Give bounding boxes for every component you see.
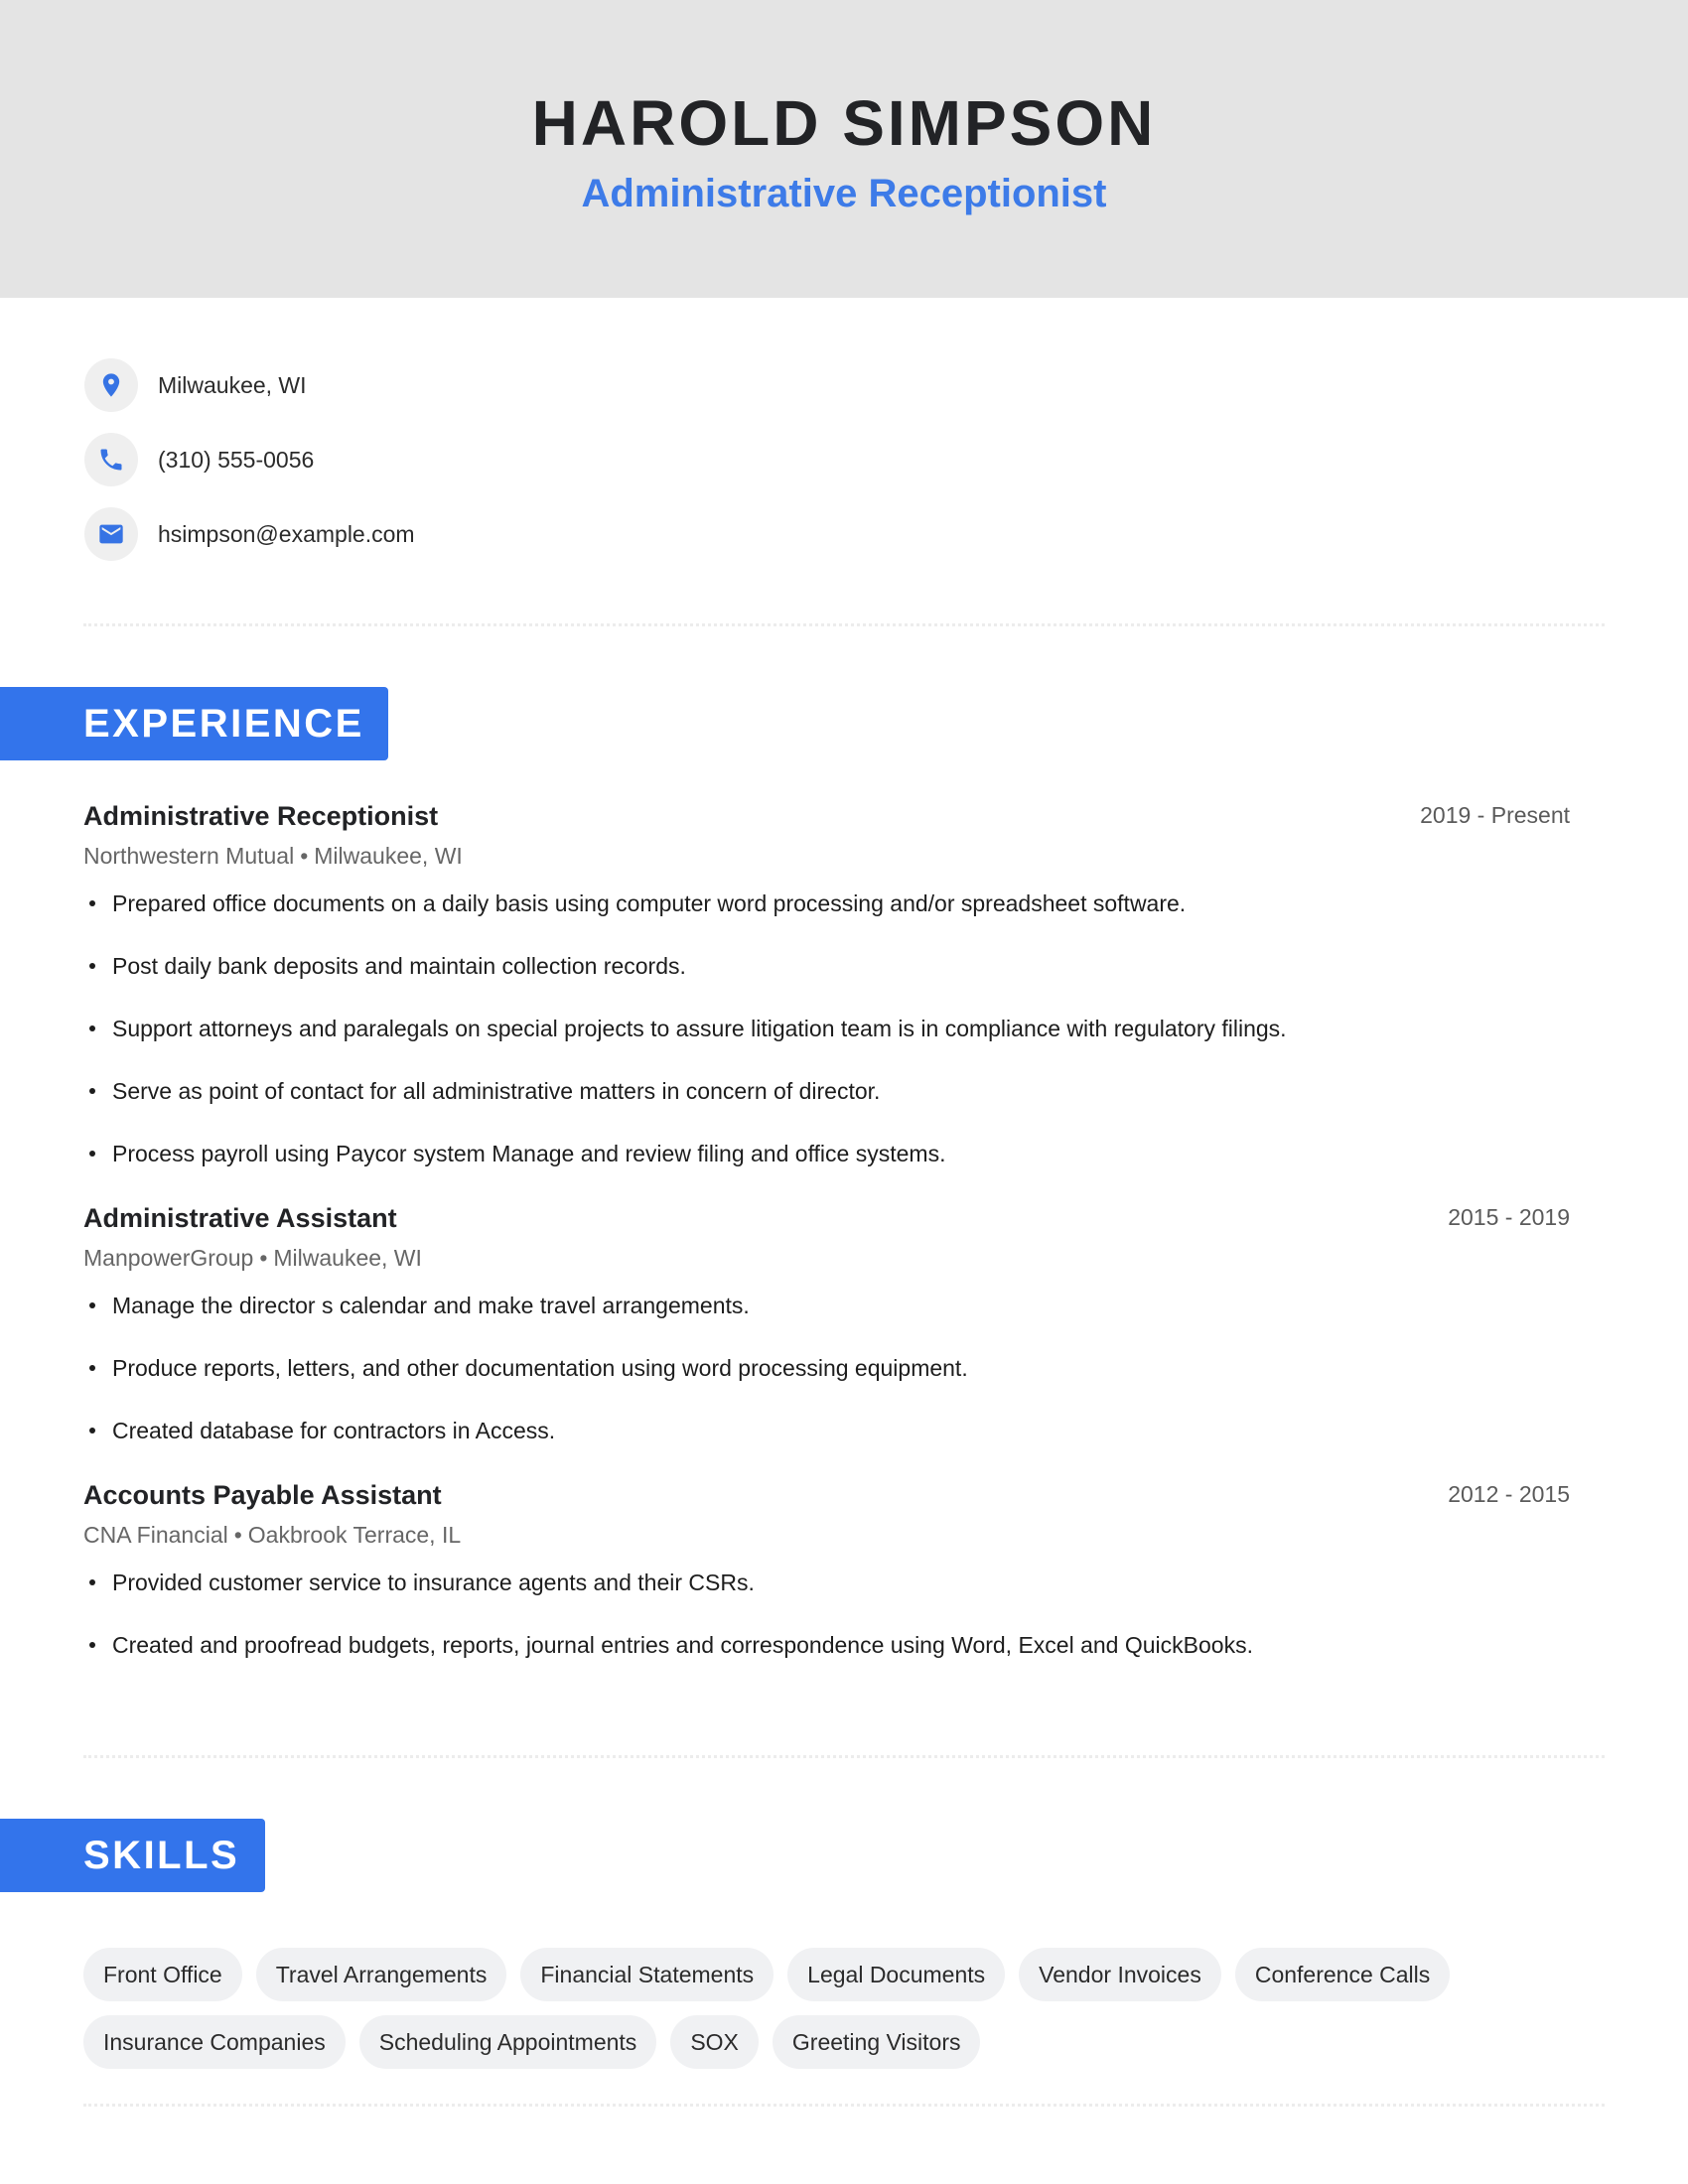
job-bullets: Prepared office documents on a daily bas… bbox=[83, 887, 1570, 1170]
phone-icon bbox=[84, 433, 138, 486]
skill-pill: SOX bbox=[670, 2015, 759, 2069]
job-bullet: Serve as point of contact for all admini… bbox=[83, 1074, 1570, 1108]
job-entry: Accounts Payable Assistant 2012 - 2015 C… bbox=[83, 1475, 1570, 1691]
skills-list: Front Office Travel Arrangements Financi… bbox=[83, 1948, 1605, 2069]
section-divider bbox=[83, 1755, 1605, 1758]
job-entry: Administrative Receptionist 2019 - Prese… bbox=[83, 796, 1570, 1199]
job-location: Milwaukee, WI bbox=[314, 843, 463, 869]
contact-location: Milwaukee, WI bbox=[84, 358, 415, 412]
experience-heading: EXPERIENCE bbox=[0, 687, 388, 760]
job-date: 2012 - 2015 bbox=[1448, 1481, 1570, 1507]
job-title: Accounts Payable Assistant bbox=[83, 1480, 442, 1510]
separator-dot: • bbox=[259, 1245, 268, 1271]
skills-heading-text: SKILLS bbox=[83, 1833, 240, 1877]
job-company: CNA Financial bbox=[83, 1522, 228, 1548]
job-company: ManpowerGroup bbox=[83, 1245, 254, 1271]
candidate-name: HAROLD SIMPSON bbox=[531, 87, 1157, 159]
contact-list: Milwaukee, WI (310) 555-0056 hsimpson@ex… bbox=[84, 358, 415, 582]
mail-icon bbox=[84, 507, 138, 561]
job-company: Northwestern Mutual bbox=[83, 843, 295, 869]
candidate-title: Administrative Receptionist bbox=[581, 172, 1107, 215]
job-company-line: ManpowerGroup • Milwaukee, WI bbox=[83, 1241, 1570, 1275]
email-text[interactable]: hsimpson@example.com bbox=[158, 521, 415, 548]
skill-pill: Conference Calls bbox=[1234, 1948, 1451, 2001]
phone-text[interactable]: (310) 555-0056 bbox=[158, 447, 314, 474]
job-company-line: CNA Financial • Oakbrook Terrace, IL bbox=[83, 1518, 1570, 1552]
skill-pill: Front Office bbox=[83, 1948, 242, 2001]
job-title: Administrative Assistant bbox=[83, 1203, 397, 1233]
skill-pill: Travel Arrangements bbox=[255, 1948, 507, 2001]
job-location: Milwaukee, WI bbox=[273, 1245, 422, 1271]
skill-pill: Legal Documents bbox=[787, 1948, 1006, 2001]
resume-header: HAROLD SIMPSON Administrative Receptioni… bbox=[0, 0, 1688, 298]
separator-dot: • bbox=[233, 1522, 242, 1548]
job-bullet: Process payroll using Paycor system Mana… bbox=[83, 1137, 1570, 1170]
skill-pill: Financial Statements bbox=[520, 1948, 774, 2001]
job-company-line: Northwestern Mutual • Milwaukee, WI bbox=[83, 839, 1570, 873]
contact-email: hsimpson@example.com bbox=[84, 507, 415, 561]
location-pin-icon bbox=[84, 358, 138, 412]
job-bullets: Manage the director s calendar and make … bbox=[83, 1289, 1570, 1447]
skill-pill: Greeting Visitors bbox=[772, 2015, 981, 2069]
job-bullet: Prepared office documents on a daily bas… bbox=[83, 887, 1570, 920]
separator-dot: • bbox=[300, 843, 309, 869]
job-location: Oakbrook Terrace, IL bbox=[247, 1522, 462, 1548]
skill-pill: Vendor Invoices bbox=[1019, 1948, 1221, 2001]
section-divider bbox=[83, 623, 1605, 626]
job-bullet: Created and proofread budgets, reports, … bbox=[83, 1628, 1570, 1662]
job-bullet: Support attorneys and paralegals on spec… bbox=[83, 1012, 1570, 1045]
location-text: Milwaukee, WI bbox=[158, 371, 307, 398]
job-bullet: Created database for contractors in Acce… bbox=[83, 1414, 1570, 1447]
job-date: 2015 - 2019 bbox=[1448, 1204, 1570, 1230]
job-date: 2019 - Present bbox=[1420, 802, 1570, 828]
job-bullet: Post daily bank deposits and maintain co… bbox=[83, 949, 1570, 983]
skills-heading: SKILLS bbox=[0, 1819, 265, 1892]
job-bullet: Provided customer service to insurance a… bbox=[83, 1566, 1570, 1599]
section-divider bbox=[83, 2104, 1605, 2107]
job-bullet: Produce reports, letters, and other docu… bbox=[83, 1351, 1570, 1385]
skill-pill: Insurance Companies bbox=[83, 2015, 346, 2069]
job-bullets: Provided customer service to insurance a… bbox=[83, 1566, 1570, 1662]
job-entry: Administrative Assistant 2015 - 2019 Man… bbox=[83, 1198, 1570, 1476]
experience-heading-text: EXPERIENCE bbox=[83, 701, 364, 746]
contact-phone: (310) 555-0056 bbox=[84, 433, 415, 486]
job-title: Administrative Receptionist bbox=[83, 801, 439, 831]
skill-pill: Scheduling Appointments bbox=[358, 2015, 657, 2069]
job-bullet: Manage the director s calendar and make … bbox=[83, 1289, 1570, 1322]
